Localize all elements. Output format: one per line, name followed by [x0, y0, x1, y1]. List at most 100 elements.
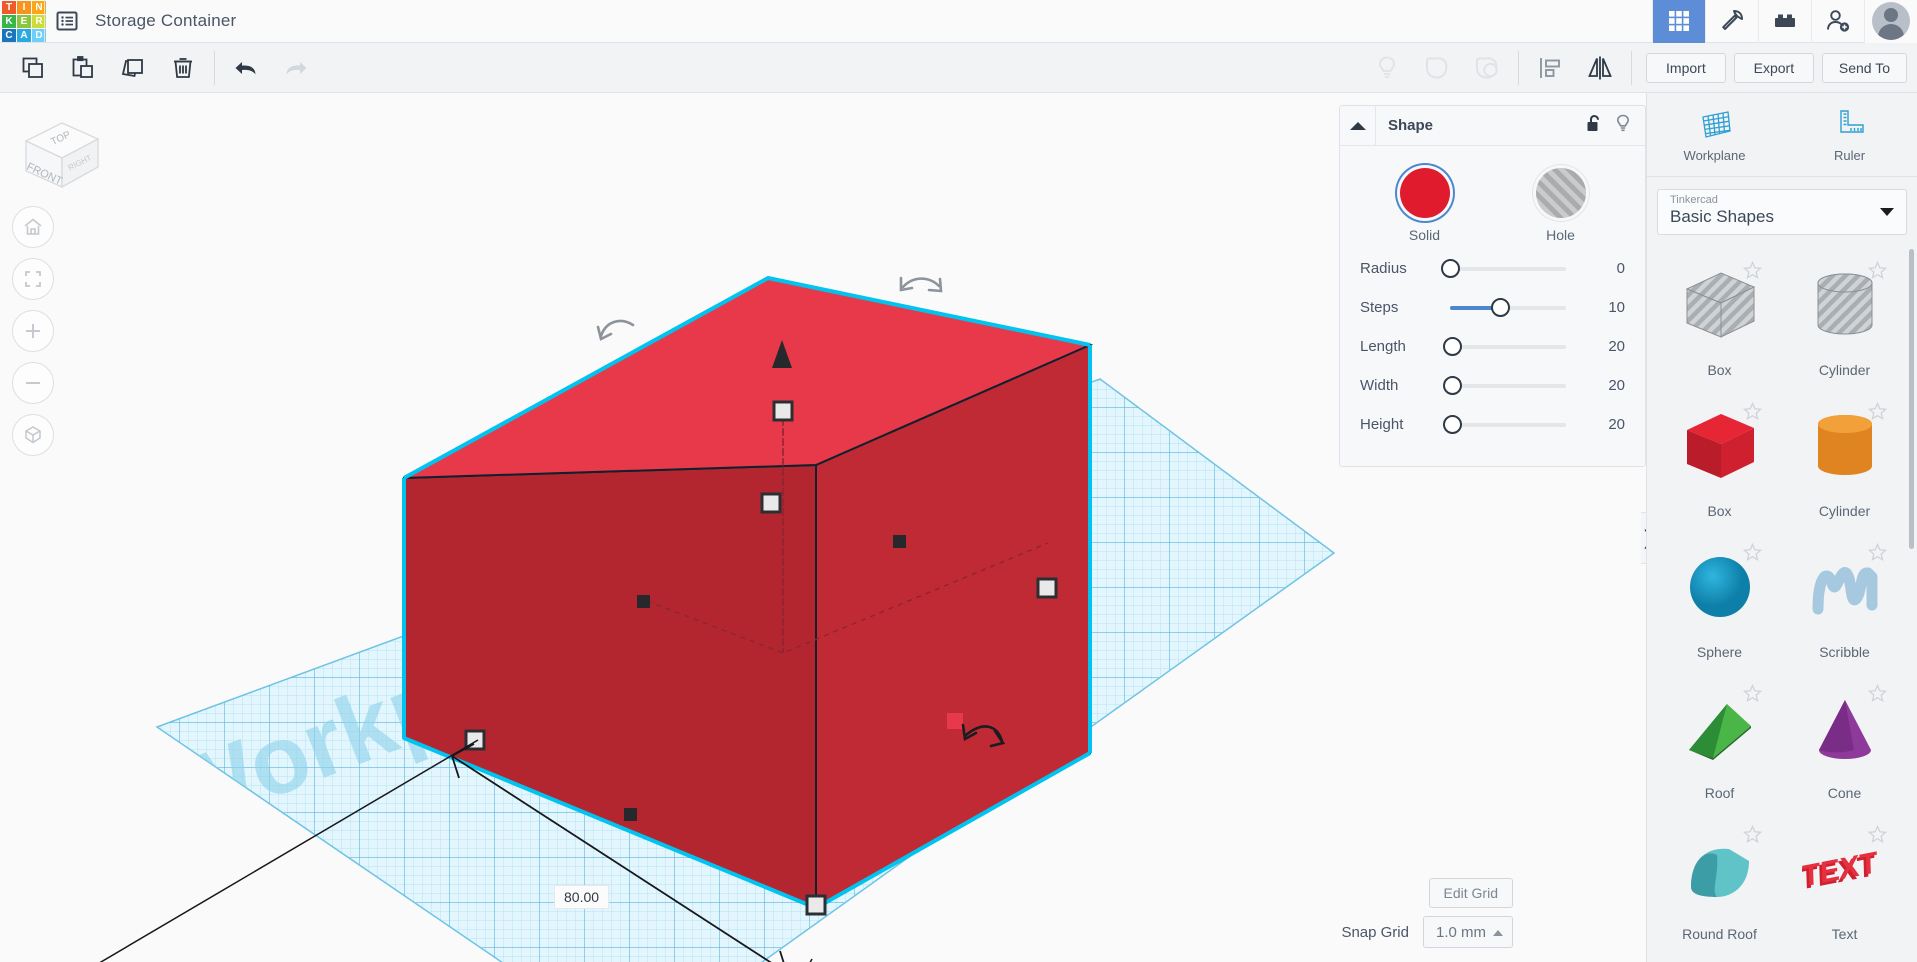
- edit-grid-button[interactable]: Edit Grid: [1428, 878, 1513, 908]
- slider-track-steps[interactable]: [1450, 297, 1566, 317]
- slider-value-width[interactable]: 20: [1608, 377, 1625, 394]
- slider-value-length[interactable]: 20: [1608, 338, 1625, 355]
- edit-toolbar: Import Export Send To: [0, 43, 1917, 93]
- workplane-tool[interactable]: Workplane: [1647, 93, 1782, 176]
- home-view-button[interactable]: [12, 206, 54, 248]
- add-person-icon[interactable]: [1811, 0, 1864, 43]
- snap-grid-select[interactable]: 1.0 mm: [1422, 916, 1513, 948]
- logo-tile-i: I: [17, 0, 31, 14]
- slider-knob-height[interactable]: [1443, 414, 1463, 434]
- hole-swatch[interactable]: [1535, 168, 1586, 218]
- slider-label-steps: Steps: [1360, 299, 1399, 316]
- hole-option[interactable]: Hole: [1518, 168, 1604, 243]
- slider-track-length[interactable]: [1443, 336, 1566, 356]
- shape-item-solid-cylinder[interactable]: Cylinder: [1782, 388, 1907, 527]
- delete-button[interactable]: [158, 43, 208, 92]
- logo-tile-a: A: [17, 28, 31, 42]
- light-bulb-icon[interactable]: [1615, 114, 1631, 138]
- gallery-grid-icon[interactable]: [1652, 0, 1705, 43]
- slider-knob-width[interactable]: [1443, 375, 1463, 395]
- align-button[interactable]: [1525, 43, 1575, 92]
- slider-label-radius: Radius: [1360, 260, 1407, 277]
- shape-label: Box: [1707, 503, 1732, 519]
- shape-item-cone[interactable]: Cone: [1782, 670, 1907, 809]
- codeblocks-pickaxe-icon[interactable]: [1705, 0, 1758, 43]
- ruler-tool-label: Ruler: [1833, 147, 1866, 163]
- shapes-grid: Box Cylinder Box Cylinder Sphere Scribble Roof…: [1657, 247, 1907, 950]
- hole-label: Hole: [1546, 227, 1575, 243]
- slider-knob-length[interactable]: [1443, 336, 1463, 356]
- shapes-scrollbar[interactable]: [1909, 249, 1914, 549]
- favorite-star-icon: [1867, 824, 1888, 844]
- export-button[interactable]: Export: [1733, 52, 1814, 83]
- chevron-down-icon[interactable]: [1880, 208, 1894, 216]
- shape-thumbnail-solid-cylinder: [1782, 388, 1907, 503]
- slider-track-width[interactable]: [1443, 375, 1566, 395]
- favorite-star-icon[interactable]: [1742, 824, 1763, 849]
- ruler-tool[interactable]: Ruler: [1782, 93, 1917, 176]
- slider-value-height[interactable]: 20: [1608, 416, 1625, 433]
- tinkercad-app: TINKERCAD Storage Container Import Expor…: [0, 0, 1917, 962]
- shape-label: Scribble: [1819, 644, 1870, 660]
- shape-library-dropdown[interactable]: Tinkercad Basic Shapes: [1657, 189, 1907, 235]
- favorite-star-icon[interactable]: [1867, 542, 1888, 567]
- logo-tile-e: E: [17, 14, 31, 28]
- lego-brick-icon[interactable]: [1758, 0, 1811, 43]
- slider-row-steps: Steps 10: [1340, 288, 1645, 327]
- undo-button[interactable]: [221, 43, 271, 92]
- shape-item-hole-cylinder[interactable]: Cylinder: [1782, 247, 1907, 386]
- tinkercad-logo[interactable]: TINKERCAD: [0, 0, 46, 43]
- avatar[interactable]: [1864, 0, 1917, 43]
- favorite-star-icon[interactable]: [1742, 542, 1763, 567]
- shape-thumbnail-cone: [1782, 670, 1907, 785]
- zoom-out-button[interactable]: [12, 362, 54, 404]
- solid-swatch[interactable]: [1399, 168, 1450, 218]
- slider-track-radius[interactable]: [1441, 258, 1566, 278]
- shape-panel-header: Shape: [1340, 106, 1645, 146]
- shape-item-roof[interactable]: Roof: [1657, 670, 1782, 809]
- library-tools: Workplane Ruler: [1647, 93, 1917, 177]
- shape-panel-title: Shape: [1388, 117, 1434, 134]
- shape-item-text[interactable]: TEXT TEXT Text: [1782, 811, 1907, 950]
- favorite-star-icon[interactable]: [1867, 683, 1888, 708]
- dimension-label[interactable]: 80.00: [554, 885, 610, 909]
- paste-button[interactable]: [58, 43, 108, 92]
- favorite-star-icon[interactable]: [1742, 401, 1763, 426]
- slider-knob-radius[interactable]: [1441, 258, 1460, 278]
- import-button[interactable]: Import: [1645, 52, 1726, 83]
- shape-label: Cylinder: [1818, 503, 1871, 519]
- slider-knob-steps[interactable]: [1490, 297, 1510, 317]
- view-cube[interactable]: TOP FRONT RIGHT: [18, 115, 104, 193]
- shape-item-solid-box[interactable]: Box: [1657, 388, 1782, 527]
- slider-track-height[interactable]: [1443, 414, 1566, 434]
- favorite-star-icon[interactable]: [1742, 260, 1763, 285]
- mirror-button[interactable]: [1575, 43, 1625, 92]
- slider-value-steps[interactable]: 10: [1608, 299, 1625, 316]
- shape-thumbnail-roof: [1657, 670, 1782, 785]
- fit-to-view-button[interactable]: [12, 258, 54, 300]
- send-to-button[interactable]: Send To: [1821, 52, 1907, 83]
- zoom-in-button[interactable]: [12, 310, 54, 352]
- shape-item-round-roof[interactable]: Round Roof: [1657, 811, 1782, 950]
- shape-label: Cone: [1827, 785, 1862, 801]
- chevron-up-icon[interactable]: [1340, 106, 1376, 145]
- shape-item-scribble[interactable]: Scribble: [1782, 529, 1907, 668]
- slider-value-radius[interactable]: 0: [1617, 260, 1625, 277]
- unlocked-padlock-icon[interactable]: [1586, 114, 1603, 138]
- shape-parameter-sliders: Radius 0 Steps 10 Length 20 Width 20 Height 20: [1340, 249, 1645, 444]
- favorite-star-icon[interactable]: [1867, 401, 1888, 426]
- duplicate-button[interactable]: [108, 43, 158, 92]
- favorite-star-icon[interactable]: [1742, 683, 1763, 708]
- copy-button[interactable]: [8, 43, 58, 92]
- list-icon[interactable]: [45, 0, 89, 43]
- solid-label: Solid: [1408, 227, 1441, 243]
- shapes-library-panel: Workplane Ruler Tinkercad Basic Shapes B…: [1646, 93, 1917, 962]
- shape-item-hole-box[interactable]: Box: [1657, 247, 1782, 386]
- shape-item-sphere[interactable]: Sphere: [1657, 529, 1782, 668]
- solid-option[interactable]: Solid: [1382, 168, 1468, 243]
- favorite-star-icon: [1742, 683, 1763, 703]
- slider-row-radius: Radius 0: [1340, 249, 1645, 288]
- perspective-toggle-button[interactable]: [12, 414, 54, 456]
- favorite-star-icon[interactable]: [1867, 260, 1888, 285]
- favorite-star-icon[interactable]: [1867, 824, 1888, 849]
